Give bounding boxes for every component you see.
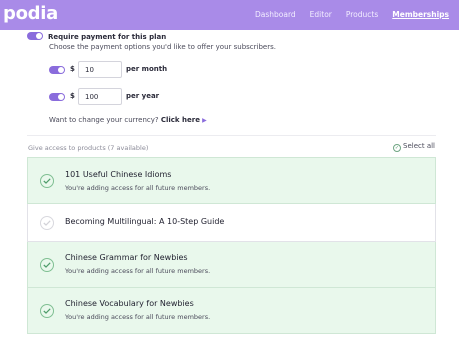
nav-products[interactable]: Products [346, 10, 378, 19]
product-item-chinese-grammar[interactable]: Chinese Grammar for Newbies You're addin… [27, 242, 436, 288]
require-payment-label: Require payment for this plan [48, 33, 167, 41]
product-title: 101 Useful Chinese Idioms [65, 170, 172, 179]
require-payment-toggle[interactable] [27, 32, 43, 40]
product-title: Becoming Multilingual: A 10-Step Guide [65, 217, 225, 226]
section-divider [27, 135, 436, 136]
currency-prompt: Want to change your currency? [49, 116, 159, 124]
monthly-price-input[interactable] [78, 61, 122, 78]
product-item-chinese-vocabulary[interactable]: Chinese Vocabulary for Newbies You're ad… [27, 288, 436, 334]
nav-editor[interactable]: Editor [310, 10, 332, 19]
check-circle-icon [40, 258, 54, 272]
product-title: Chinese Vocabulary for Newbies [65, 299, 194, 308]
currency-change-row: Want to change your currency? Click here… [49, 116, 207, 124]
yearly-period-label: per year [126, 92, 160, 100]
top-bar: podia Dashboard Editor Products Membersh… [0, 0, 459, 30]
check-circle-icon [40, 216, 54, 230]
yearly-price-toggle[interactable] [49, 93, 65, 101]
monthly-currency-symbol: $ [70, 65, 75, 73]
yearly-currency-symbol: $ [70, 92, 75, 100]
nav-memberships[interactable]: Memberships [392, 10, 449, 19]
check-circle-icon: ✓ [393, 144, 401, 152]
monthly-price-toggle[interactable] [49, 66, 65, 74]
podia-logo[interactable]: podia [3, 3, 58, 24]
product-subtitle: You're adding access for all future memb… [65, 184, 211, 192]
check-circle-icon [40, 174, 54, 188]
product-title: Chinese Grammar for Newbies [65, 253, 188, 262]
nav-dashboard[interactable]: Dashboard [255, 10, 296, 19]
caret-right-icon: ▶ [202, 117, 207, 124]
payment-description: Choose the payment options you'd like to… [49, 43, 276, 51]
products-heading: Give access to products (7 available) [28, 144, 149, 152]
product-item-becoming-multilingual[interactable]: Becoming Multilingual: A 10-Step Guide [27, 204, 436, 242]
product-item-chinese-idioms[interactable]: 101 Useful Chinese Idioms You're adding … [27, 157, 436, 204]
main-nav: Dashboard Editor Products Memberships [241, 10, 449, 19]
product-subtitle: You're adding access for all future memb… [65, 313, 211, 321]
product-list: 101 Useful Chinese Idioms You're adding … [27, 157, 436, 334]
product-subtitle: You're adding access for all future memb… [65, 267, 211, 275]
check-circle-icon [40, 304, 54, 318]
select-all-button[interactable]: ✓ Select all [393, 142, 435, 152]
yearly-price-input[interactable] [78, 88, 122, 105]
monthly-period-label: per month [126, 65, 168, 73]
select-all-label: Select all [403, 142, 435, 150]
currency-click-here-link[interactable]: Click here [161, 116, 200, 124]
